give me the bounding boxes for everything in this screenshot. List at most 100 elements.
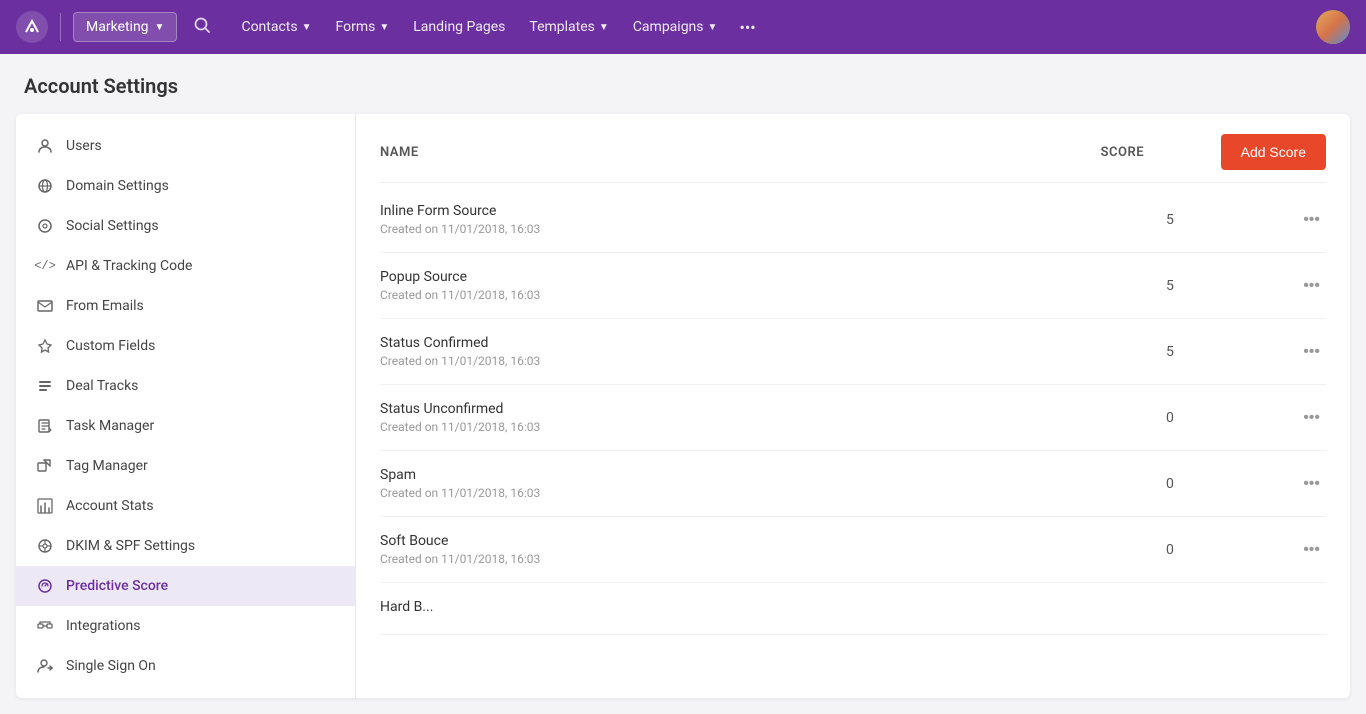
score-value: 5 xyxy=(1166,212,1286,228)
sidebar-users-label: Users xyxy=(66,138,102,154)
sidebar-item-integrations[interactable]: Integrations xyxy=(16,606,355,646)
user-avatar[interactable] xyxy=(1316,10,1350,44)
sidebar-item-users[interactable]: Users xyxy=(16,126,355,166)
score-row-1: Popup Source Created on 11/01/2018, 16:0… xyxy=(380,253,1326,319)
score-name: Popup Source xyxy=(380,269,1166,285)
contacts-label: Contacts xyxy=(241,19,297,35)
page-title: Account Settings xyxy=(0,54,1366,114)
score-row-4: Spam Created on 11/01/2018, 16:03 0 ••• xyxy=(380,451,1326,517)
score-value: 0 xyxy=(1166,476,1286,492)
task-manager-icon xyxy=(36,417,54,435)
sidebar-integrations-label: Integrations xyxy=(66,618,140,634)
nav-campaigns[interactable]: Campaigns ▼ xyxy=(623,13,728,41)
account-stats-icon xyxy=(36,497,54,515)
score-date: Created on 11/01/2018, 16:03 xyxy=(380,354,1166,368)
nav-forms[interactable]: Forms ▼ xyxy=(326,13,400,41)
sidebar-custom-fields-label: Custom Fields xyxy=(66,338,155,354)
add-score-button[interactable]: Add Score xyxy=(1221,134,1326,170)
content-wrapper: Users Domain Settings Social Settings xyxy=(16,114,1350,698)
social-settings-icon xyxy=(36,217,54,235)
sidebar: Users Domain Settings Social Settings xyxy=(16,114,356,698)
main-content: Name Score Add Score Inline Form Source … xyxy=(356,114,1350,698)
score-row-6: Hard B... xyxy=(380,583,1326,635)
sidebar-single-sign-on-label: Single Sign On xyxy=(66,658,156,674)
sidebar-dkim-spf-label: DKIM & SPF Settings xyxy=(66,538,195,554)
nav-more-button[interactable]: ••• xyxy=(731,12,763,43)
nav-links: Contacts ▼ Forms ▼ Landing Pages Templat… xyxy=(231,12,1308,43)
column-name-header: Name xyxy=(380,145,1101,160)
score-actions: ••• xyxy=(1286,471,1326,497)
score-info: Spam Created on 11/01/2018, 16:03 xyxy=(380,467,1166,500)
score-value: 0 xyxy=(1166,410,1286,426)
score-value: 5 xyxy=(1166,278,1286,294)
app-logo[interactable] xyxy=(16,11,48,43)
predictive-score-icon xyxy=(36,577,54,595)
score-row-2: Status Confirmed Created on 11/01/2018, … xyxy=(380,319,1326,385)
sidebar-item-domain-settings[interactable]: Domain Settings xyxy=(16,166,355,206)
score-name: Spam xyxy=(380,467,1166,483)
sidebar-item-dkim-spf[interactable]: DKIM & SPF Settings xyxy=(16,526,355,566)
row-menu-button[interactable]: ••• xyxy=(1297,207,1326,233)
row-menu-button[interactable]: ••• xyxy=(1297,273,1326,299)
sidebar-item-tag-manager[interactable]: Tag Manager xyxy=(16,446,355,486)
score-actions: ••• xyxy=(1286,207,1326,233)
marketing-label: Marketing xyxy=(86,19,149,35)
score-info: Status Confirmed Created on 11/01/2018, … xyxy=(380,335,1166,368)
score-actions: ••• xyxy=(1286,273,1326,299)
sidebar-predictive-score-label: Predictive Score xyxy=(66,578,168,594)
score-actions: ••• xyxy=(1286,339,1326,365)
templates-label: Templates xyxy=(529,19,595,35)
sidebar-item-custom-fields[interactable]: Custom Fields xyxy=(16,326,355,366)
score-date: Created on 11/01/2018, 16:03 xyxy=(380,552,1166,566)
sidebar-item-from-emails[interactable]: From Emails xyxy=(16,286,355,326)
api-tracking-icon: </> xyxy=(36,257,54,275)
score-info: Soft Bouce Created on 11/01/2018, 16:03 xyxy=(380,533,1166,566)
marketing-dropdown[interactable]: Marketing ▼ xyxy=(73,12,177,42)
sidebar-item-task-manager[interactable]: Task Manager xyxy=(16,406,355,446)
campaigns-label: Campaigns xyxy=(633,19,704,35)
from-emails-icon xyxy=(36,297,54,315)
score-info: Status Unconfirmed Created on 11/01/2018… xyxy=(380,401,1166,434)
top-navigation: Marketing ▼ Contacts ▼ Forms ▼ Landing P… xyxy=(0,0,1366,54)
sidebar-item-predictive-score[interactable]: Predictive Score xyxy=(16,566,355,606)
users-icon xyxy=(36,137,54,155)
sidebar-item-deal-tracks[interactable]: Deal Tracks xyxy=(16,366,355,406)
chevron-down-icon: ▼ xyxy=(302,22,312,33)
nav-templates[interactable]: Templates ▼ xyxy=(519,13,618,41)
sidebar-item-single-sign-on[interactable]: Single Sign On xyxy=(16,646,355,686)
score-date: Created on 11/01/2018, 16:03 xyxy=(380,420,1166,434)
score-info: Inline Form Source Created on 11/01/2018… xyxy=(380,203,1166,236)
score-row-0: Inline Form Source Created on 11/01/2018… xyxy=(380,187,1326,253)
sidebar-deal-tracks-label: Deal Tracks xyxy=(66,378,138,394)
score-date: Created on 11/01/2018, 16:03 xyxy=(380,486,1166,500)
score-row-3: Status Unconfirmed Created on 11/01/2018… xyxy=(380,385,1326,451)
sidebar-domain-label: Domain Settings xyxy=(66,178,169,194)
sidebar-api-label: API & Tracking Code xyxy=(66,258,192,274)
single-sign-on-icon xyxy=(36,657,54,675)
score-name: Status Unconfirmed xyxy=(380,401,1166,417)
row-menu-button[interactable]: ••• xyxy=(1297,405,1326,431)
chevron-down-icon: ▼ xyxy=(708,22,718,33)
score-value: 5 xyxy=(1166,344,1286,360)
sidebar-from-emails-label: From Emails xyxy=(66,298,144,314)
sidebar-item-social-settings[interactable]: Social Settings xyxy=(16,206,355,246)
score-info: Popup Source Created on 11/01/2018, 16:0… xyxy=(380,269,1166,302)
sidebar-social-label: Social Settings xyxy=(66,218,159,234)
sidebar-tag-manager-label: Tag Manager xyxy=(66,458,148,474)
score-actions: ••• xyxy=(1286,537,1326,563)
row-menu-button[interactable]: ••• xyxy=(1297,537,1326,563)
content-header: Name Score Add Score xyxy=(380,114,1326,183)
score-date: Created on 11/01/2018, 16:03 xyxy=(380,222,1166,236)
chevron-down-icon: ▼ xyxy=(599,22,609,33)
nav-landing-pages[interactable]: Landing Pages xyxy=(403,13,515,41)
deal-tracks-icon xyxy=(36,377,54,395)
landing-pages-label: Landing Pages xyxy=(413,19,505,35)
sidebar-account-stats-label: Account Stats xyxy=(66,498,154,514)
search-button[interactable] xyxy=(193,16,211,38)
nav-contacts[interactable]: Contacts ▼ xyxy=(231,13,321,41)
chevron-down-icon: ▼ xyxy=(155,22,165,33)
row-menu-button[interactable]: ••• xyxy=(1297,339,1326,365)
row-menu-button[interactable]: ••• xyxy=(1297,471,1326,497)
sidebar-item-account-stats[interactable]: Account Stats xyxy=(16,486,355,526)
sidebar-item-api-tracking[interactable]: </> API & Tracking Code xyxy=(16,246,355,286)
